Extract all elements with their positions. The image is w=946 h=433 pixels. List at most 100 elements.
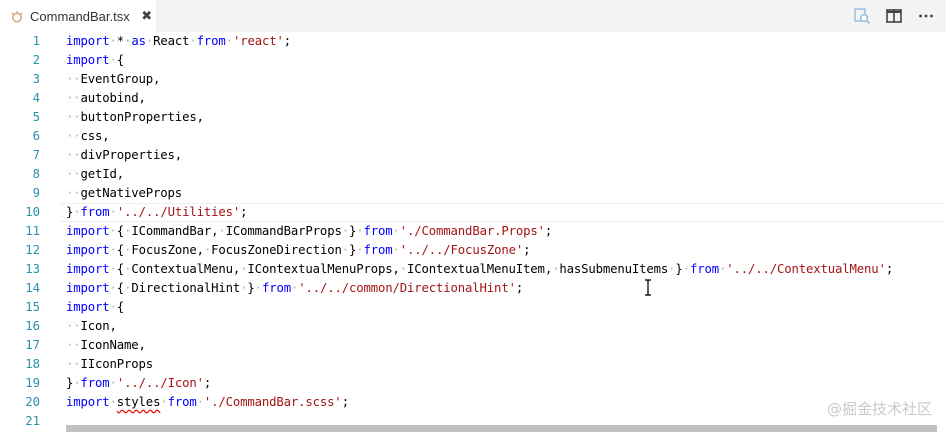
split-editor-icon[interactable] (884, 6, 904, 26)
code-text: import·{·FocusZone,·FocusZoneDirection·}… (66, 241, 531, 260)
keyword-token: import (66, 34, 110, 48)
whitespace-marker: · (109, 224, 117, 238)
whitespace-marker: ·· (66, 148, 81, 162)
code-text: import·{·ContextualMenu,·IContextualMenu… (66, 260, 893, 279)
line-number: 10 (25, 205, 40, 219)
code-line[interactable]: 6 ··css, (0, 127, 946, 146)
code-line[interactable]: 2 import·{ (0, 51, 946, 70)
code-text: ··buttonProperties, (66, 108, 204, 127)
code-text: ··getId, (66, 165, 124, 184)
code-token: FocusZone, (131, 243, 204, 257)
line-number: 20 (25, 395, 40, 409)
whitespace-marker: · (160, 395, 168, 409)
code-token: css, (80, 129, 110, 143)
watermark: @掘金技术社区 (826, 400, 932, 418)
code-token: DirectionalHint (131, 281, 241, 295)
keyword-token: from (80, 205, 110, 219)
whitespace-marker: ·· (66, 91, 81, 105)
code-editor[interactable]: 1 import·*·as·React·from·'react'; 2 import·… (0, 32, 946, 428)
string-token: '../../Icon' (116, 376, 204, 390)
horizontal-scrollbar[interactable] (66, 425, 937, 432)
code-line[interactable]: 14 import·{·DirectionalHint·}·from·'../..… (0, 279, 946, 298)
code-line[interactable]: 11 import·{·ICommandBar,·ICommandBarProps… (0, 222, 946, 241)
code-token: ; (240, 205, 248, 219)
code-text: import·{·DirectionalHint·}·from·'../../c… (66, 279, 523, 298)
whitespace-marker: · (109, 281, 117, 295)
keyword-token: from (167, 395, 197, 409)
code-token: ; (283, 34, 291, 48)
code-token: ; (544, 224, 553, 238)
code-token: { (116, 224, 125, 238)
code-line[interactable]: 7 ··divProperties, (0, 146, 946, 165)
line-number: 1 (32, 34, 40, 48)
typescript-file-icon (10, 9, 24, 23)
code-line[interactable]: 9 ··getNativeProps (0, 184, 946, 203)
keyword-token: import (66, 281, 110, 295)
code-line[interactable]: 19}·from·'../../Icon'; (0, 374, 946, 393)
tab-commandbar-tsx[interactable]: CommandBar.tsx ✖ (0, 0, 156, 32)
line-number: 14 (25, 281, 40, 295)
code-line[interactable]: 3 ··EventGroup, (0, 70, 946, 89)
code-line[interactable]: 12 import·{·FocusZone,·FocusZoneDirection… (0, 241, 946, 260)
code-line[interactable]: 4 ··autobind, (0, 89, 946, 108)
code-token: ; (341, 395, 349, 409)
code-line[interactable]: 10}·from·'../../Utilities'; (0, 203, 946, 222)
code-token: } (675, 262, 683, 276)
code-text: ··Icon, (66, 317, 117, 336)
whitespace-marker: · (109, 262, 117, 276)
code-text: ··EventGroup, (66, 70, 160, 89)
code-line[interactable]: 13 import·{·ContextualMenu,·IContextualMe… (0, 260, 946, 279)
error-token: styles (116, 395, 161, 409)
whitespace-marker: · (109, 395, 117, 409)
line-number: 17 (25, 338, 40, 352)
code-line[interactable]: 8 ··getId, (0, 165, 946, 184)
whitespace-marker: ·· (66, 319, 81, 333)
keyword-token: import (66, 53, 110, 67)
code-token: ICommandBar, (131, 224, 219, 238)
code-line[interactable]: 18 ··IIconProps (0, 355, 946, 374)
close-icon[interactable]: ✖ (139, 8, 155, 24)
keyword-token: as (131, 34, 146, 48)
tab-label: CommandBar.tsx (30, 8, 130, 24)
code-line[interactable]: 17 ··IconName, (0, 336, 946, 355)
code-text: import·{ (66, 51, 124, 70)
line-number: 4 (32, 91, 40, 105)
code-line[interactable]: 1 import·*·as·React·from·'react'; (0, 32, 946, 51)
code-line[interactable]: 16 ··Icon, (0, 317, 946, 336)
whitespace-marker: · (392, 243, 400, 257)
whitespace-marker: · (356, 224, 364, 238)
code-token: Icon, (80, 319, 117, 333)
string-token: '../../Utilities' (116, 205, 241, 219)
code-text: }·from·'../../Icon'; (66, 374, 211, 393)
keyword-token: import (66, 224, 110, 238)
more-actions-icon[interactable] (916, 6, 936, 26)
string-token: '../../ContextualMenu' (726, 262, 886, 276)
whitespace-marker: · (341, 243, 349, 257)
code-token: ContextualMenu, (131, 262, 241, 276)
code-token: ; (515, 281, 524, 295)
line-number: 8 (32, 167, 40, 181)
tab-bar: CommandBar.tsx ✖ (0, 0, 946, 32)
code-line[interactable]: 5 ··buttonProperties, (0, 108, 946, 127)
code-line[interactable]: 15 import·{ (0, 298, 946, 317)
whitespace-marker: · (682, 262, 690, 276)
whitespace-marker: · (73, 205, 81, 219)
code-token: ICommandBarProps (225, 224, 342, 238)
code-token: { (116, 300, 125, 314)
whitespace-marker: ·· (66, 110, 81, 124)
line-number: 16 (25, 319, 40, 333)
whitespace-marker: ·· (66, 129, 81, 143)
line-number: 2 (32, 53, 40, 67)
code-token: { (116, 262, 125, 276)
open-changes-icon[interactable] (852, 6, 872, 26)
code-text: import·*·as·React·from·'react'; (66, 32, 291, 51)
string-token: '../../common/DirectionalHint' (298, 281, 516, 295)
code-text: }·from·'../../Utilities'; (66, 203, 248, 222)
whitespace-marker: · (356, 243, 364, 257)
code-token: getNativeProps (80, 186, 183, 200)
string-token: 'react' (232, 34, 284, 48)
code-line[interactable]: 20 import·styles·from·'./CommandBar.scss'… (0, 393, 946, 412)
line-number: 7 (32, 148, 40, 162)
keyword-token: from (80, 376, 110, 390)
code-token: { (116, 243, 125, 257)
